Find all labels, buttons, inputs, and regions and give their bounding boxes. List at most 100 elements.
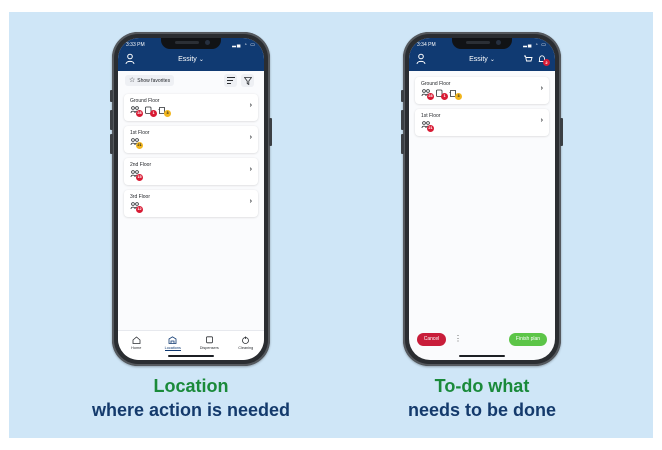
nav-cleaning[interactable]: Cleaning — [231, 336, 261, 350]
people-icon: 21 — [130, 138, 143, 149]
people-icon: 28 — [421, 89, 434, 100]
site-selector[interactable]: Essity ⌄ — [409, 56, 555, 63]
floor-status-icons: 28 1 3 — [130, 105, 171, 117]
finish-plan-button[interactable]: Finish plan — [509, 333, 547, 346]
nav-dispensers-label: Dispensers — [199, 346, 219, 350]
nav-home[interactable]: Home — [121, 336, 151, 350]
chevron-right-icon: › — [249, 166, 252, 173]
caption-title: Location — [153, 376, 229, 396]
more-options-icon[interactable]: ⋮ — [454, 333, 462, 346]
caption-subtitle: where action is needed — [91, 400, 291, 420]
dispenser-icon: 1 — [435, 89, 448, 100]
floor-name: 1st Floor — [130, 130, 150, 136]
phone-side-button — [110, 110, 113, 130]
star-icon: ☆ — [129, 77, 136, 84]
show-favorites-button[interactable]: ☆ Show favorites — [125, 75, 175, 86]
phone-side-button — [110, 90, 113, 102]
phone-side-button — [110, 134, 113, 154]
count-badge: 21 — [136, 142, 143, 149]
caption-locations: Location where action is needed — [66, 374, 316, 422]
caption-title: To-do what — [434, 376, 530, 396]
phone-mockup-locations: 3:33 PM ▂▄ ◔ ▭ Essity⌄ ☆ Show favorites — [110, 32, 272, 366]
floor-card[interactable]: 1st Floor 21 › — [415, 109, 549, 136]
count-badge: 28 — [427, 93, 434, 100]
phone-screen: 3:33 PM ▂▄ ◔ ▭ Essity⌄ ☆ Show favorites — [118, 38, 264, 360]
site-name: Essity — [178, 56, 197, 63]
floor-name: Ground Floor — [421, 81, 451, 87]
phone-notch — [452, 38, 512, 49]
nav-locations[interactable]: Locations — [158, 336, 188, 351]
home-indicator — [168, 355, 214, 357]
phone-side-button — [401, 90, 404, 102]
people-icon: 15 — [130, 170, 143, 181]
site-selector[interactable]: Essity ⌄ — [118, 56, 264, 63]
cancel-button[interactable]: Cancel — [417, 333, 446, 346]
cleaning-icon — [242, 336, 250, 344]
count-badge: 15 — [136, 174, 143, 181]
caption-todo: To-do what needs to be done — [357, 374, 607, 422]
dispenser-icon: 1 — [144, 106, 157, 117]
phone-notch — [161, 38, 221, 49]
floor-status-icons: 15 — [130, 169, 143, 181]
chevron-right-icon: › — [249, 198, 252, 205]
site-name: Essity — [469, 56, 488, 63]
chevron-right-icon: › — [540, 85, 543, 92]
chevron-right-icon: › — [540, 117, 543, 124]
count-badge: 12 — [136, 206, 143, 213]
signal-wifi-battery-icon: ▂▄ ◔ ▭ — [232, 42, 256, 48]
people-icon: 12 — [130, 202, 143, 213]
notification-badge: 2 — [543, 59, 550, 66]
status-time: 3:33 PM — [126, 42, 145, 48]
floor-status-icons: 12 — [130, 201, 143, 213]
building-icon — [168, 336, 177, 344]
nav-home-label: Home — [131, 346, 142, 350]
chevron-down-icon: ⌄ — [489, 57, 495, 63]
filter-bar: ☆ Show favorites — [123, 74, 259, 88]
cleaning-icon: 3 — [449, 89, 462, 100]
floor-card[interactable]: 2nd Floor 15 › — [124, 158, 258, 185]
floor-card[interactable]: Ground Floor 28 1 3 › — [124, 94, 258, 121]
count-badge: 3 — [455, 93, 462, 100]
caption-subtitle: needs to be done — [407, 400, 557, 420]
status-time: 3:34 PM — [417, 42, 436, 48]
chevron-down-icon: ⌄ — [198, 57, 204, 63]
dispenser-icon — [205, 336, 213, 344]
list-icon — [226, 77, 235, 84]
count-badge: 28 — [136, 110, 143, 117]
floor-card[interactable]: 3rd Floor 12 › — [124, 190, 258, 217]
signal-wifi-battery-icon: ▂▄ ◔ ▭ — [523, 42, 547, 48]
phone-mockup-todo: 3:34 PM ▂▄ ◔ ▭ Essity ⌄ 2 Ground Floor 2… — [401, 32, 563, 366]
filter-icon — [243, 76, 252, 85]
nav-dispensers[interactable]: Dispensers — [194, 336, 224, 350]
floor-name: 2nd Floor — [130, 162, 152, 168]
phone-side-button — [401, 110, 404, 130]
floor-card[interactable]: Ground Floor 28 1 3 › — [415, 77, 549, 104]
floor-name: Ground Floor — [130, 98, 160, 104]
nav-locations-label: Locations — [164, 346, 181, 351]
phone-side-button — [269, 118, 272, 146]
chevron-right-icon: › — [249, 134, 252, 141]
count-badge: 3 — [164, 110, 171, 117]
floor-name: 3rd Floor — [130, 194, 151, 200]
floor-card[interactable]: 1st Floor 21 › — [124, 126, 258, 153]
cart-icon[interactable] — [523, 54, 533, 64]
phone-side-button — [560, 118, 563, 146]
phone-screen: 3:34 PM ▂▄ ◔ ▭ Essity ⌄ 2 Ground Floor 2… — [409, 38, 555, 360]
nav-cleaning-label: Cleaning — [238, 346, 254, 350]
count-badge: 21 — [427, 125, 434, 132]
floor-status-icons: 21 — [130, 137, 143, 149]
filter-button[interactable] — [241, 74, 254, 87]
home-icon — [132, 336, 141, 344]
list-view-button[interactable] — [224, 74, 237, 87]
home-indicator — [459, 355, 505, 357]
phone-side-button — [401, 134, 404, 154]
floor-status-icons: 28 1 3 — [421, 88, 462, 100]
show-favorites-label: Show favorites — [137, 77, 171, 84]
count-badge: 1 — [441, 93, 448, 100]
floor-status-icons: 21 — [421, 120, 434, 132]
count-badge: 1 — [150, 110, 157, 117]
people-icon: 21 — [421, 121, 434, 132]
cleaning-icon: 3 — [158, 106, 171, 117]
chevron-right-icon: › — [249, 102, 252, 109]
people-icon: 28 — [130, 106, 143, 117]
